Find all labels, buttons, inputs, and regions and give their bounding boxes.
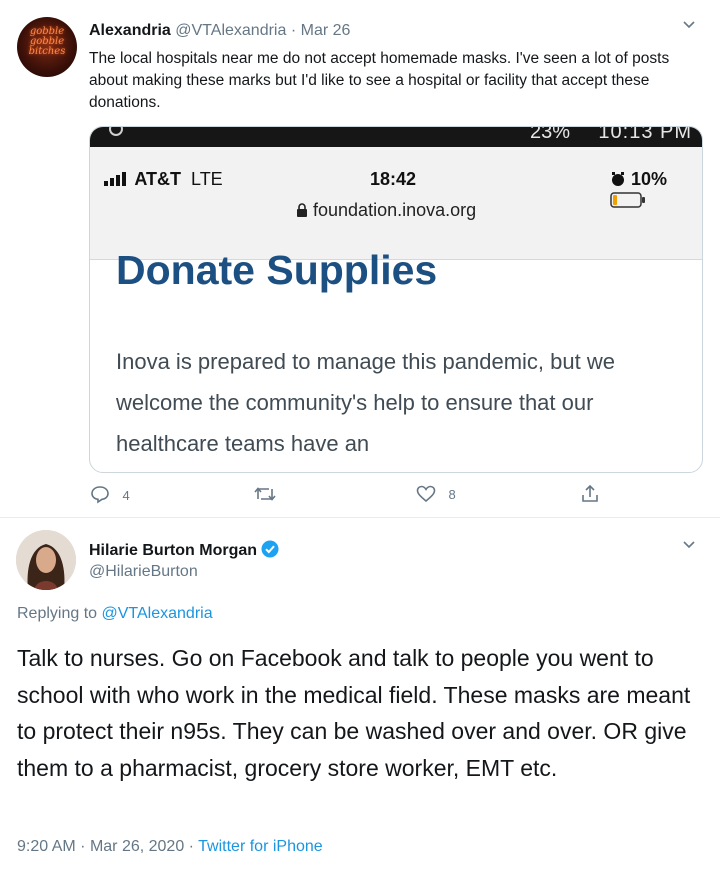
tweet-date[interactable]: Mar 26, 2020 (90, 838, 184, 855)
reply-button[interactable]: 4 (90, 484, 130, 509)
battery-icon (610, 192, 645, 208)
replying-prefix: Replying to (17, 605, 98, 622)
replying-to-link[interactable]: @VTAlexandria (102, 605, 213, 622)
tweet-time[interactable]: 9:20 AM (17, 838, 76, 855)
reply-count: 4 (122, 488, 130, 503)
lock-icon (297, 203, 307, 217)
phone-clock: 18:42 (370, 169, 417, 189)
network-type: LTE (191, 169, 223, 189)
page-body-text: Inova is prepared to manage this pandemi… (116, 349, 615, 456)
separator: · (290, 22, 297, 39)
author-handle[interactable]: @HilarieBurton (89, 563, 198, 581)
battery: 10% (610, 169, 702, 211)
heart-icon (416, 485, 436, 503)
reply-icon (91, 486, 109, 504)
carrier: AT&T LTE (104, 169, 223, 190)
tweet-date[interactable]: Mar 26 (301, 22, 351, 39)
circle-icon (109, 127, 123, 136)
signal-icon (104, 172, 126, 186)
old-time: 10:13 PM (598, 126, 692, 143)
tweet-header: Alexandria @VTAlexandria · Mar 26 (89, 22, 350, 40)
like-count: 8 (448, 487, 456, 502)
author-name-row[interactable]: Hilarie Burton Morgan (89, 540, 279, 560)
divider (0, 517, 720, 518)
author-name[interactable]: Hilarie Burton Morgan (89, 542, 257, 559)
avatar-neon-text: gobble gobble bitches (28, 26, 66, 57)
chevron-down-icon[interactable] (682, 538, 696, 552)
tweet-text: Talk to nurses. Go on Facebook and talk … (17, 645, 691, 781)
avatar[interactable]: gobble gobble bitches (17, 17, 77, 77)
chevron-down-icon[interactable] (682, 18, 696, 32)
replying-to: Replying to @VTAlexandria (17, 605, 213, 623)
avatar-portrait (16, 530, 76, 590)
like-button[interactable]: 8 (416, 485, 456, 508)
tweet-meta: 9:20 AM · Mar 26, 2020 · Twitter for iPh… (17, 838, 323, 856)
tweet-text: The local hospitals near me do not accep… (89, 50, 670, 111)
retweet-icon (254, 487, 276, 501)
browser-url: foundation.inova.org (296, 200, 476, 221)
retweet-button[interactable] (254, 485, 276, 508)
phone-status-bar-dark: 23% 10:13 PM (90, 127, 702, 147)
separator: · (80, 838, 86, 855)
page-heading: Donate Supplies (116, 247, 438, 293)
tweet-media-image[interactable]: 23% 10:13 PM AT&T LTE 18:42 10% foundati… (89, 126, 703, 473)
carrier-name: AT&T (134, 169, 181, 189)
verified-badge-icon (261, 540, 279, 558)
url-text: foundation.inova.org (313, 200, 477, 220)
separator: · (188, 838, 194, 855)
battery-percent: 10% (631, 169, 668, 189)
old-battery-percent: 23% (529, 126, 570, 143)
author-name[interactable]: Alexandria (89, 22, 171, 39)
tweet-source[interactable]: Twitter for iPhone (198, 838, 323, 855)
alarm-icon (612, 172, 624, 186)
share-button[interactable] (580, 484, 600, 509)
author-handle[interactable]: @VTAlexandria (175, 22, 286, 39)
avatar[interactable] (16, 530, 76, 590)
share-icon (582, 484, 598, 502)
